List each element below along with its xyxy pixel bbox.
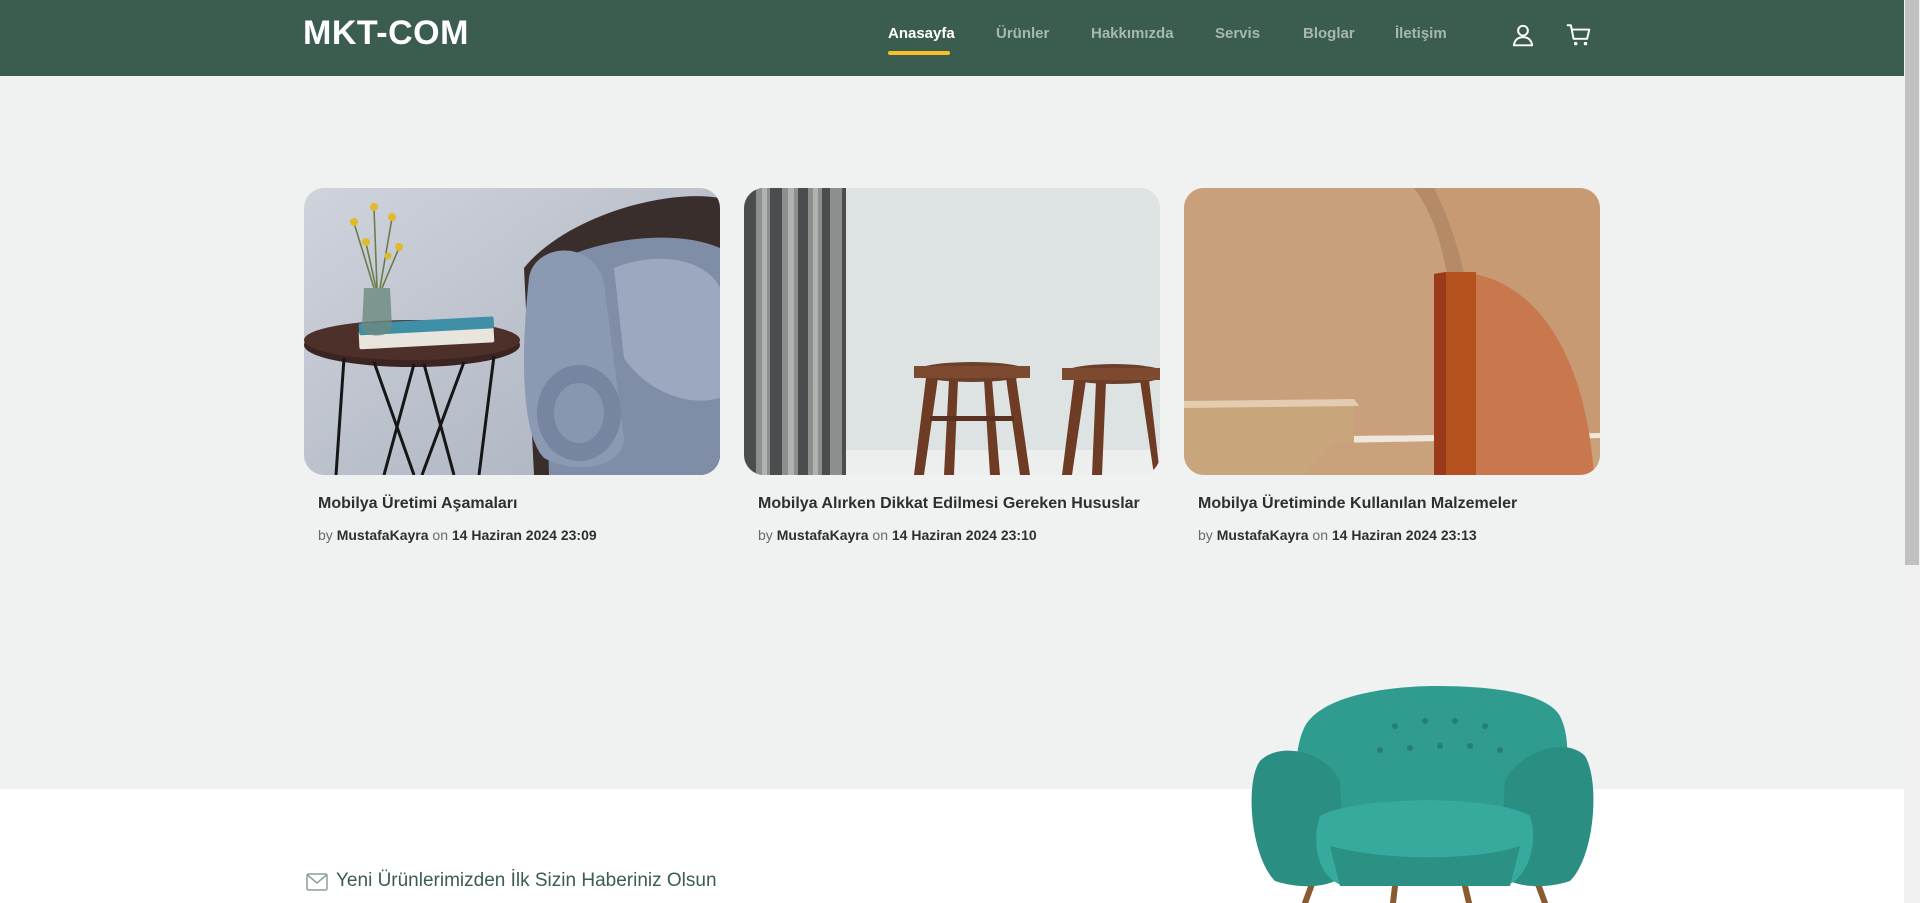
cart-icon[interactable] [1566,22,1592,48]
post-date: 14 Haziran 2024 23:10 [891,527,1037,543]
post-title[interactable]: Mobilya Üretiminde Kullanılan Malzemeler [1198,495,1517,513]
envelope-icon [306,873,328,891]
nav-iletisim[interactable]: İletişim [1395,25,1447,42]
armchair-image [1251,686,1594,903]
footer-section [0,789,1904,903]
newsletter-heading: Yeni Ürünlerimizden İlk Sizin Haberiniz … [336,870,717,891]
post-meta: by MustafaKayra on 14 Haziran 2024 23:13 [1198,527,1477,543]
nav-hakkimizda[interactable]: Hakkımızda [1091,25,1174,42]
post-author: MustafaKayra [776,527,869,543]
post-title[interactable]: Mobilya Üretimi Aşamaları [318,495,517,513]
nav-urunler[interactable]: Ürünler [996,25,1049,42]
post-author: MustafaKayra [336,527,429,543]
post-meta: by MustafaKayra on 14 Haziran 2024 23:10 [758,527,1037,543]
post-date: 14 Haziran 2024 23:13 [1331,527,1477,543]
by-label: by [758,527,773,543]
main-nav: Anasayfa Ürünler Hakkımızda Servis Blogl… [0,25,1904,55]
post-meta: by MustafaKayra on 14 Haziran 2024 23:09 [318,527,597,543]
post-title[interactable]: Mobilya Alırken Dikkat Edilmesi Gereken … [758,495,1140,513]
by-label: by [1198,527,1213,543]
blog-card[interactable]: Mobilya Üretiminde Kullanılan Malzemeler… [1184,188,1600,543]
nav-bloglar[interactable]: Bloglar [1303,25,1355,42]
post-author: MustafaKayra [1216,527,1309,543]
wooden-stools-image[interactable] [744,188,1160,475]
scrollbar-thumb[interactable] [1905,0,1919,565]
side-table-sofa-image[interactable] [304,188,720,475]
blog-card[interactable]: Mobilya Üretimi Aşamaları by MustafaKayr… [304,188,720,543]
nav-servis[interactable]: Servis [1215,25,1260,42]
blog-card[interactable]: Mobilya Alırken Dikkat Edilmesi Gereken … [744,188,1160,543]
wood-shapes-image[interactable] [1184,188,1600,475]
top-navbar: MKT-COM Anasayfa Ürünler Hakkımızda Serv… [0,0,1904,76]
user-icon[interactable] [1510,22,1536,48]
on-label: on [872,527,888,543]
active-nav-indicator [888,51,950,55]
by-label: by [318,527,333,543]
on-label: on [1312,527,1328,543]
on-label: on [432,527,448,543]
post-date: 14 Haziran 2024 23:09 [451,527,597,543]
nav-anasayfa[interactable]: Anasayfa [888,25,955,42]
